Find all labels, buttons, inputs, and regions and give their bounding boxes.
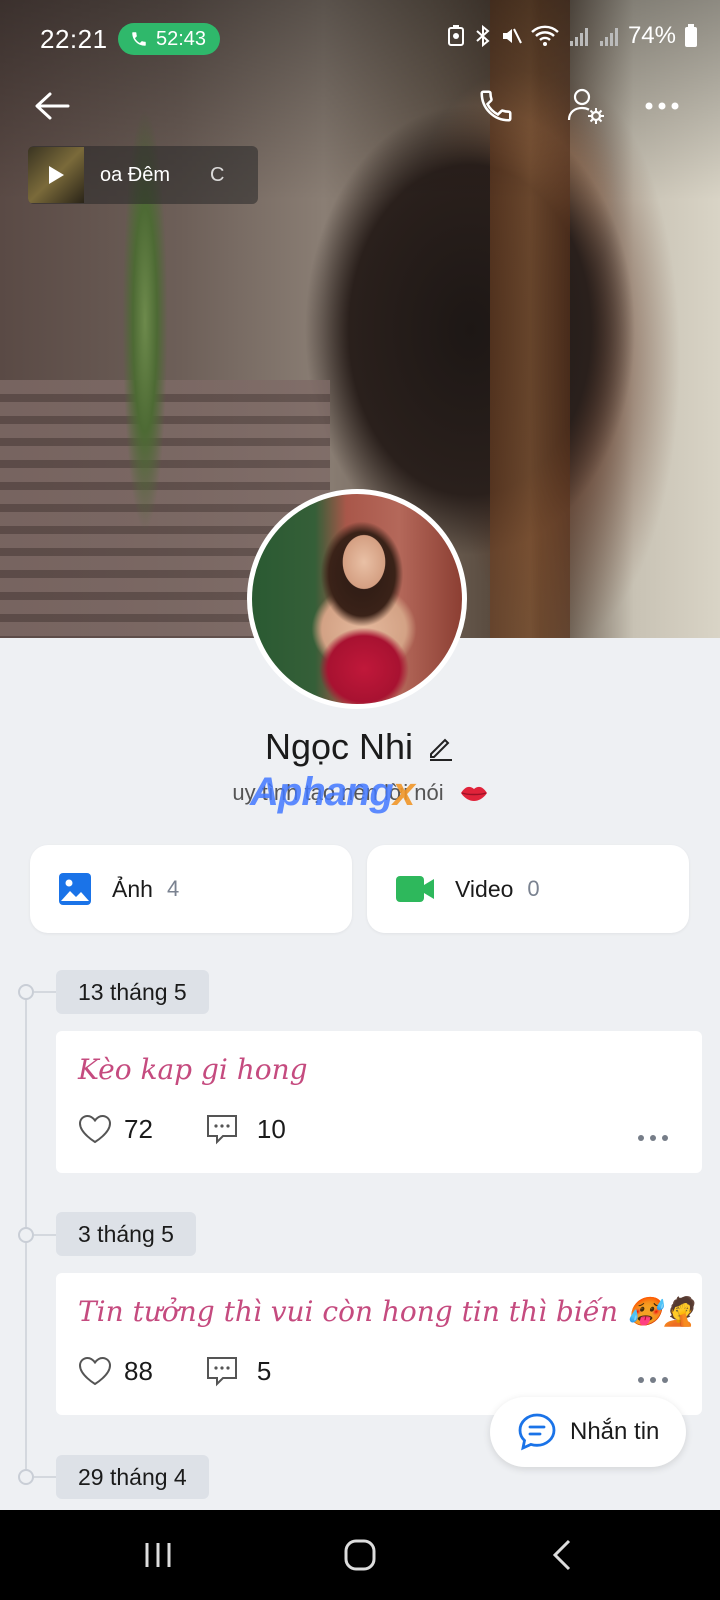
comment-count: 10 — [256, 1113, 286, 1144]
post-card[interactable]: Tin tưởng thì vui còn hong tin thì biến … — [56, 1273, 702, 1415]
date-chip: 29 tháng 4 — [56, 1455, 209, 1499]
battery-icon — [685, 24, 697, 47]
image-icon — [59, 873, 91, 905]
comment-icon[interactable] — [205, 1113, 239, 1145]
lips-emoji-icon — [460, 786, 487, 801]
date-chip: 3 tháng 5 — [56, 1212, 196, 1256]
phone-icon — [132, 32, 146, 46]
post-actions: 72 10 — [78, 1113, 286, 1145]
date-chip: 13 tháng 5 — [56, 970, 209, 1014]
chat-bubble-icon — [518, 1413, 556, 1451]
back-button[interactable] — [24, 78, 80, 134]
battery-saver-icon — [447, 25, 464, 46]
more-horizontal-icon — [645, 102, 679, 110]
recent-apps-button[interactable] — [128, 1530, 188, 1580]
avatar[interactable] — [247, 489, 467, 709]
edit-pencil-icon[interactable] — [427, 733, 455, 761]
arrow-left-icon — [35, 92, 70, 120]
recent-apps-icon — [145, 1543, 171, 1567]
comment-count: 5 — [256, 1355, 272, 1386]
android-nav-bar — [0, 1510, 720, 1600]
watermark: Aphangx — [250, 770, 415, 814]
music-title: oa Đêm — [100, 163, 171, 186]
chevron-left-icon — [552, 1539, 571, 1571]
videos-count: 0 — [527, 876, 540, 901]
call-button[interactable] — [468, 78, 524, 134]
send-message-button[interactable]: Nhắn tin — [490, 1397, 686, 1467]
timeline-dot — [18, 1227, 34, 1243]
videos-label: Video — [455, 875, 514, 902]
heart-icon[interactable] — [78, 1114, 112, 1144]
video-camera-icon — [396, 876, 434, 902]
signal-icon-2 — [599, 28, 618, 46]
timeline-dot — [18, 984, 34, 1000]
timeline-connector — [34, 991, 56, 993]
heart-icon[interactable] — [78, 1356, 112, 1386]
profile-name: Ngọc Nhi — [264, 726, 414, 767]
user-gear-icon — [567, 88, 604, 124]
bluetooth-icon — [476, 24, 490, 48]
photos-count: 4 — [166, 876, 180, 901]
home-button[interactable] — [330, 1530, 390, 1580]
phone-outline-icon — [480, 90, 512, 122]
timeline-dot — [18, 1469, 34, 1485]
like-count: 88 — [124, 1355, 153, 1386]
signal-icon — [569, 28, 588, 46]
status-time: 22:21 — [40, 24, 108, 54]
music-title-next: C — [210, 163, 225, 186]
like-count: 72 — [124, 1113, 153, 1144]
wifi-icon — [531, 25, 559, 46]
photos-label: Ảnh — [112, 875, 153, 902]
post-card[interactable]: Kèo kap gi hong 72 10 — [56, 1031, 702, 1173]
mute-icon — [502, 28, 522, 44]
videos-card[interactable]: Video 0 — [367, 845, 689, 933]
profile-screen: 22:21 52:43 74% oa Đêm C Ngọc Nhi uy tìn… — [0, 0, 720, 1600]
send-message-label: Nhắn tin — [570, 1418, 660, 1445]
profile-music-player[interactable]: oa Đêm C — [28, 146, 258, 204]
timeline-connector — [34, 1234, 56, 1236]
ongoing-call-pill[interactable]: 52:43 — [118, 23, 221, 55]
status-icons: 74% — [446, 22, 698, 50]
post-more-button[interactable] — [638, 1135, 668, 1141]
photos-card[interactable]: Ảnh 4 — [30, 845, 352, 933]
more-options-button[interactable] — [634, 78, 690, 134]
profile-settings-button[interactable] — [558, 78, 614, 134]
post-text: Kèo kap gi hong — [78, 1053, 308, 1086]
timeline-connector — [34, 1476, 56, 1478]
comment-icon[interactable] — [205, 1355, 239, 1387]
call-duration: 52:43 — [156, 27, 207, 50]
home-icon — [344, 1539, 376, 1571]
nav-back-button[interactable] — [532, 1530, 592, 1580]
battery-percent: 74% — [627, 22, 676, 49]
post-text: Tin tưởng thì vui còn hong tin thì biến … — [78, 1295, 697, 1328]
post-more-button[interactable] — [638, 1377, 668, 1383]
top-nav — [0, 78, 720, 148]
profile-name-row: Ngọc Nhi — [0, 726, 720, 768]
album-art — [28, 147, 84, 203]
status-bar: 22:21 52:43 74% — [0, 0, 720, 76]
post-actions: 88 5 — [78, 1355, 271, 1387]
play-icon — [49, 166, 64, 184]
